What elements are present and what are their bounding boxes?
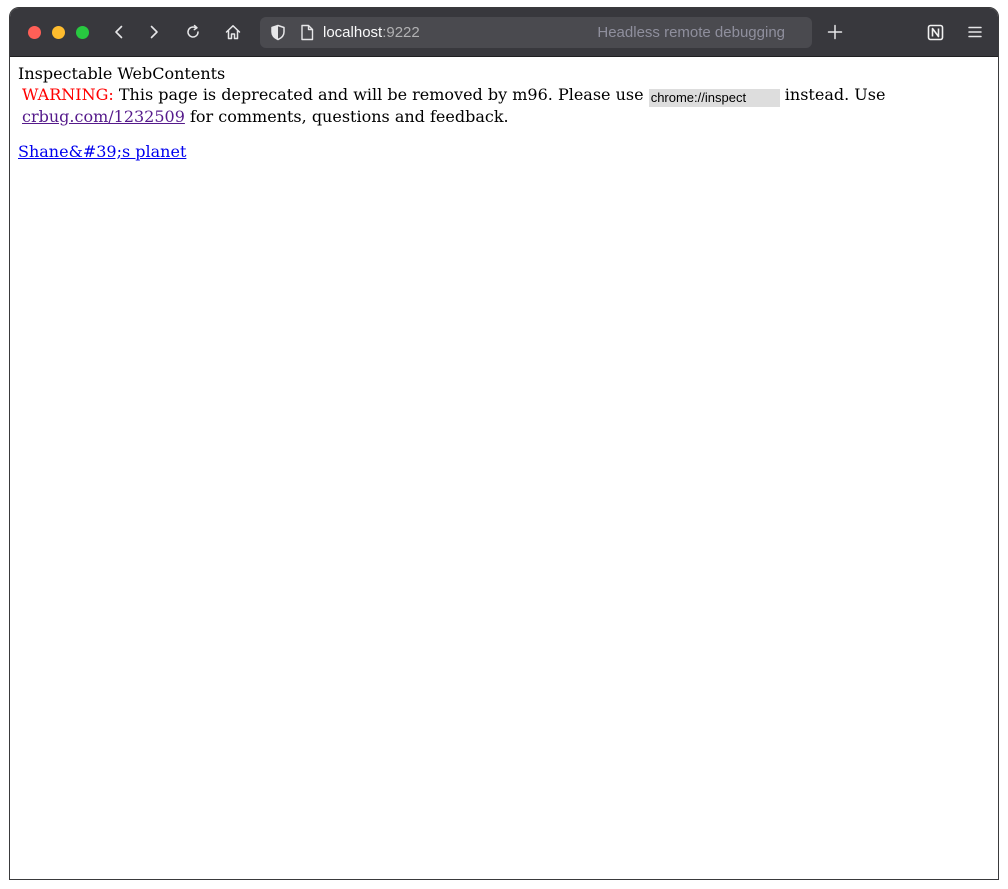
warning-text-3: for comments, questions and feedback. [190, 107, 509, 126]
close-window-button[interactable] [28, 26, 41, 39]
deprecation-warning: WARNING: This page is deprecated and wil… [22, 85, 990, 127]
page-content: Inspectable WebContents WARNING: This pa… [10, 57, 998, 879]
shield-icon[interactable] [270, 24, 286, 41]
plus-icon [827, 24, 843, 40]
browser-toolbar: localhost:9222 Headless remote debugging [10, 8, 998, 57]
warning-text-1: This page is deprecated and will be remo… [118, 85, 644, 104]
crbug-link[interactable]: crbug.com/1232509 [22, 107, 185, 126]
warning-text-2: instead. Use [784, 85, 886, 104]
target-list: Shane&#39;s planet [18, 142, 990, 162]
forward-button[interactable] [140, 18, 168, 46]
browser-window: localhost:9222 Headless remote debugging… [9, 7, 999, 880]
reload-button[interactable] [179, 18, 207, 46]
url-text[interactable]: localhost:9222 [323, 24, 420, 41]
new-tab-button[interactable] [821, 18, 849, 46]
reload-icon [187, 24, 199, 38]
notion-icon [927, 24, 943, 40]
inspect-url-field[interactable]: chrome://inspect [648, 89, 780, 107]
menu-button[interactable] [961, 18, 989, 46]
url-host: localhost [323, 24, 383, 41]
home-button[interactable] [219, 18, 247, 46]
url-hint-text: Headless remote debugging [597, 24, 785, 41]
notion-extension-button[interactable] [921, 18, 949, 46]
url-bar[interactable]: localhost:9222 Headless remote debugging [260, 17, 812, 48]
maximize-window-button[interactable] [76, 26, 89, 39]
back-button[interactable] [105, 18, 133, 46]
page-icon [301, 24, 314, 41]
back-arrow-icon [115, 25, 123, 39]
page-title: Inspectable WebContents [18, 64, 226, 83]
forward-arrow-icon [150, 25, 158, 39]
home-icon [225, 25, 241, 40]
url-port: :9222 [382, 24, 420, 41]
warning-label: WARNING: [22, 85, 114, 104]
target-link[interactable]: Shane&#39;s planet [18, 142, 186, 161]
minimize-window-button[interactable] [52, 26, 65, 39]
hamburger-menu-icon [968, 26, 982, 38]
